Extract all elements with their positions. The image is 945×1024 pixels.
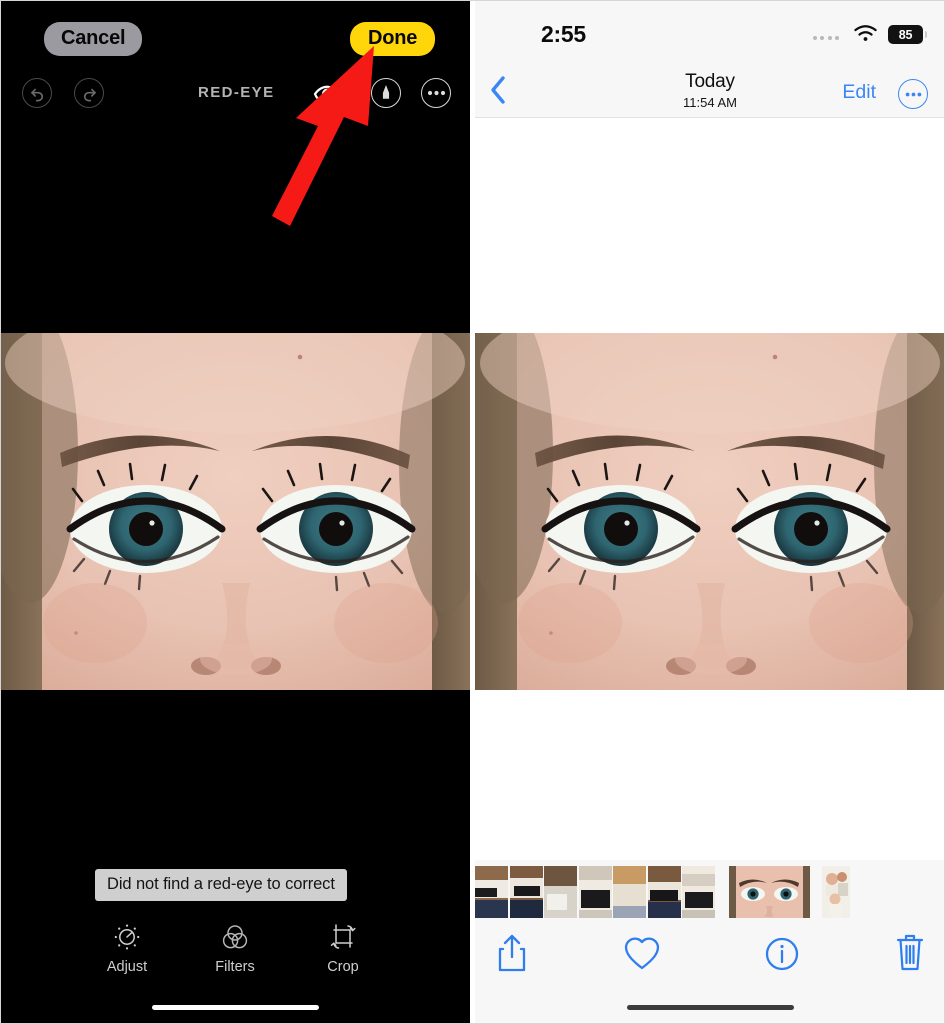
face-photo bbox=[0, 333, 470, 690]
actions-toolbar bbox=[475, 932, 945, 976]
photo-editor-panel: Cancel Done RED-EYE Did not find a red-e… bbox=[0, 0, 470, 1024]
home-indicator[interactable] bbox=[627, 1004, 794, 1010]
photo-viewer-panel: 2:55 85 Today 11:54 AM Edit bbox=[475, 0, 945, 1024]
share-icon[interactable] bbox=[495, 932, 529, 979]
heart-icon[interactable] bbox=[624, 932, 660, 979]
redo-icon[interactable] bbox=[74, 78, 104, 108]
battery-indicator: 85 bbox=[888, 25, 927, 44]
signal-dots-icon bbox=[812, 36, 839, 40]
thumbnail-item[interactable] bbox=[821, 866, 850, 918]
more-options-icon[interactable] bbox=[421, 78, 451, 108]
photo-backdrop-bottom bbox=[475, 690, 945, 860]
tool-crop[interactable]: Crop bbox=[307, 922, 379, 975]
tool-label-filters: Filters bbox=[215, 959, 255, 975]
crop-icon bbox=[330, 924, 356, 949]
thumbnail-item[interactable] bbox=[682, 866, 715, 918]
more-options-icon[interactable] bbox=[898, 79, 928, 109]
red-eye-icon[interactable] bbox=[311, 76, 345, 110]
photo-display[interactable] bbox=[475, 333, 945, 690]
thumbnail-item[interactable] bbox=[475, 866, 508, 918]
thumbnail-item[interactable] bbox=[647, 866, 681, 918]
edit-button[interactable]: Edit bbox=[842, 81, 876, 104]
screenshot-root: Cancel Done RED-EYE Did not find a red-e… bbox=[0, 0, 945, 1024]
thumbnail-item[interactable] bbox=[578, 866, 612, 918]
edit-toolbar: RED-EYE bbox=[0, 76, 470, 114]
home-indicator[interactable] bbox=[152, 1004, 319, 1010]
filters-icon bbox=[222, 925, 248, 949]
info-icon[interactable] bbox=[764, 932, 800, 979]
thumbnail-item[interactable] bbox=[613, 866, 646, 918]
edit-mode-label: RED-EYE bbox=[198, 84, 275, 101]
adjust-icon bbox=[114, 924, 140, 950]
thumbnail-strip[interactable] bbox=[475, 866, 945, 925]
tool-adjust[interactable]: Adjust bbox=[91, 922, 163, 975]
thumbnail-item-selected[interactable] bbox=[728, 866, 810, 918]
edit-photo-preview[interactable] bbox=[0, 333, 470, 690]
tool-filters[interactable]: Filters bbox=[199, 922, 271, 975]
trash-icon[interactable] bbox=[895, 932, 925, 979]
navigation-bar: Today 11:54 AM Edit bbox=[475, 62, 945, 118]
done-button[interactable]: Done bbox=[350, 22, 436, 56]
status-bar: 2:55 85 bbox=[475, 0, 945, 62]
tool-label-adjust: Adjust bbox=[106, 959, 148, 975]
undo-icon[interactable] bbox=[22, 78, 52, 108]
status-time: 2:55 bbox=[541, 21, 586, 47]
cancel-button[interactable]: Cancel bbox=[44, 22, 143, 56]
tool-label-crop: Crop bbox=[327, 959, 359, 975]
toast-message: Did not find a red-eye to correct bbox=[95, 869, 347, 901]
photo-backdrop-top bbox=[475, 118, 945, 333]
markup-pen-icon[interactable] bbox=[371, 78, 401, 108]
face-photo bbox=[475, 333, 945, 690]
thumbnail-item[interactable] bbox=[544, 866, 577, 918]
thumbnail-item[interactable] bbox=[509, 866, 543, 918]
wifi-icon bbox=[853, 24, 878, 47]
editor-tools-row: Adjust Filters Crop bbox=[0, 922, 470, 975]
